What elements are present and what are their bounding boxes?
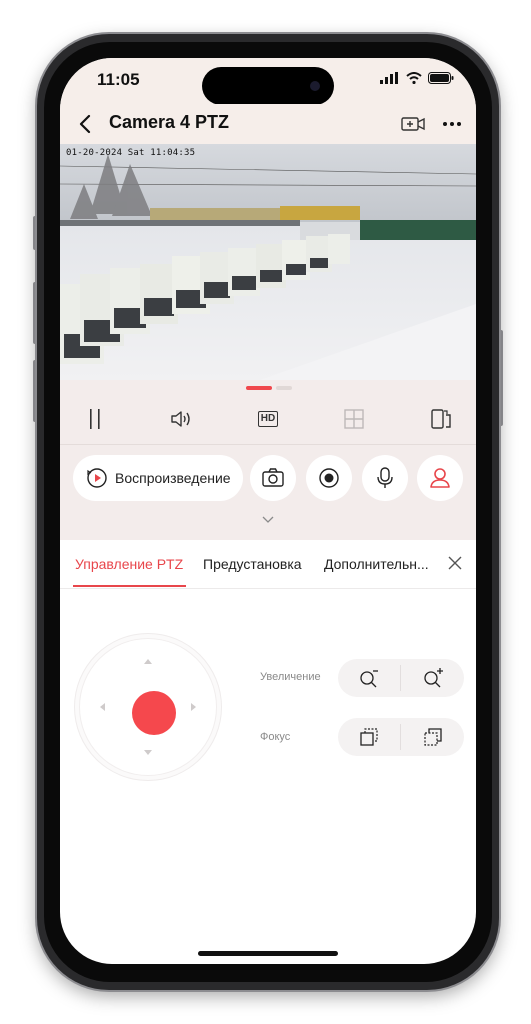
focus-near-icon (360, 728, 378, 746)
speaker-icon (171, 411, 190, 427)
focus-control (338, 718, 464, 756)
home-indicator[interactable] (198, 951, 338, 956)
video-frame (60, 144, 476, 380)
tab-preset[interactable]: Предустановка (203, 556, 302, 572)
talk-button[interactable] (362, 455, 408, 501)
chevron-left-icon[interactable] (74, 110, 98, 138)
focus-far-icon (424, 728, 442, 746)
device-rotate-icon (431, 409, 451, 429)
focus-far-button[interactable] (402, 718, 464, 756)
battery-icon (428, 72, 454, 84)
video-plus-icon[interactable] (400, 112, 426, 136)
status-time: 11:05 (97, 70, 140, 89)
rotate-button[interactable] (426, 404, 456, 434)
zoom-out-icon (360, 670, 378, 688)
screenshot-button[interactable] (250, 455, 296, 501)
zoom-out-button[interactable] (338, 659, 400, 697)
wifi-icon (406, 72, 422, 84)
action-row: Воспроизведение (60, 454, 476, 504)
zoom-control (338, 659, 464, 697)
arrow-up-icon[interactable] (142, 657, 154, 665)
more-icon[interactable] (440, 112, 464, 136)
sound-button[interactable] (166, 404, 196, 434)
joystick-knob[interactable] (132, 691, 176, 735)
status-icons (380, 72, 454, 84)
quality-button[interactable]: HD (253, 404, 283, 434)
zoom-in-button[interactable] (402, 659, 464, 697)
camera-video-feed[interactable]: 01-20-2024 Sat 11:04:35 (60, 144, 476, 380)
focus-label: Фокус (260, 731, 291, 743)
zoom-in-icon (424, 668, 443, 688)
split-view-button[interactable] (339, 404, 369, 434)
grid-icon (344, 409, 364, 429)
page-indicator (246, 386, 294, 390)
person-button[interactable] (417, 455, 463, 501)
signal-icon (380, 72, 398, 84)
power-button (499, 330, 503, 426)
arrow-left-icon[interactable] (98, 701, 106, 713)
tab-bar: Управление PTZ Предустановка Дополнитель… (60, 540, 476, 589)
arrow-right-icon[interactable] (190, 701, 198, 713)
pause-icon (90, 409, 100, 429)
record-icon (319, 468, 339, 488)
playback-icon (87, 468, 107, 488)
dynamic-island (202, 67, 334, 105)
pause-button[interactable] (80, 404, 110, 434)
screen: 11:05 Camera 4 PTZ 01-20-2024 Sat 11:04:… (60, 58, 476, 964)
chevron-down-icon[interactable] (260, 514, 276, 526)
microphone-icon (377, 467, 393, 488)
playback-button[interactable]: Воспроизведение (73, 455, 243, 501)
status-bar: 11:05 (60, 58, 476, 105)
zoom-label: Увеличение (260, 671, 321, 683)
record-button[interactable] (306, 455, 352, 501)
ptz-joystick[interactable] (74, 633, 222, 781)
playback-label: Воспроизведение (115, 470, 231, 486)
tab-underline (73, 585, 186, 587)
focus-near-button[interactable] (338, 718, 400, 756)
close-icon[interactable] (446, 554, 464, 572)
tab-additional[interactable]: Дополнительн... (324, 556, 429, 572)
joystick-pad (80, 639, 216, 775)
camera-icon (262, 468, 284, 487)
person-icon (430, 468, 450, 488)
quality-label: HD (257, 411, 279, 427)
osd-timestamp: 01-20-2024 Sat 11:04:35 (66, 148, 196, 158)
tab-ptz-control[interactable]: Управление PTZ (75, 556, 183, 572)
nav-bar: Camera 4 PTZ (60, 104, 476, 144)
player-toolbar: HD (60, 394, 476, 445)
page-title: Camera 4 PTZ (109, 112, 230, 132)
arrow-down-icon[interactable] (142, 749, 154, 757)
